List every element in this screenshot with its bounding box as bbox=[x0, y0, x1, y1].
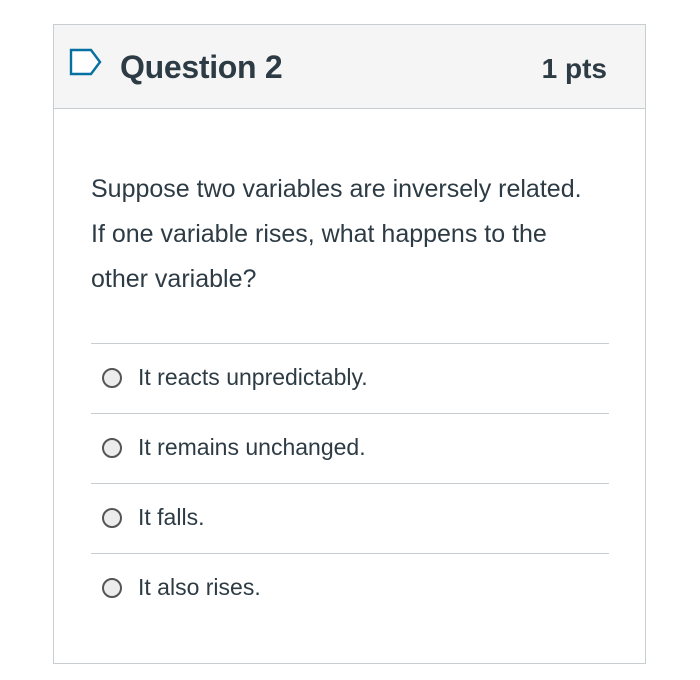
question-points: 1 pts bbox=[541, 53, 607, 84]
radio-button[interactable] bbox=[102, 578, 122, 598]
radio-button[interactable] bbox=[102, 438, 122, 458]
question-title: Question 2 bbox=[120, 49, 283, 85]
question-header: Question 2 1 pts bbox=[54, 25, 645, 109]
answer-option[interactable]: It also rises. bbox=[91, 553, 609, 623]
answer-label: It reacts unpredictably. bbox=[138, 364, 368, 390]
answer-list: It reacts unpredictably. It remains unch… bbox=[91, 343, 609, 623]
answer-label: It remains unchanged. bbox=[138, 434, 366, 460]
answer-option[interactable]: It falls. bbox=[91, 483, 609, 553]
question-prompt: Suppose two variables are inversely rela… bbox=[91, 175, 582, 293]
radio-button[interactable] bbox=[102, 508, 122, 528]
answer-label: It also rises. bbox=[138, 574, 261, 600]
question-card: Question 2 1 pts Suppose two variables a… bbox=[53, 24, 646, 664]
answer-option[interactable]: It reacts unpredictably. bbox=[91, 343, 609, 413]
answer-option[interactable]: It remains unchanged. bbox=[91, 413, 609, 483]
answer-label: It falls. bbox=[138, 504, 205, 530]
flag-question-icon[interactable] bbox=[69, 47, 103, 77]
radio-button[interactable] bbox=[102, 368, 122, 388]
